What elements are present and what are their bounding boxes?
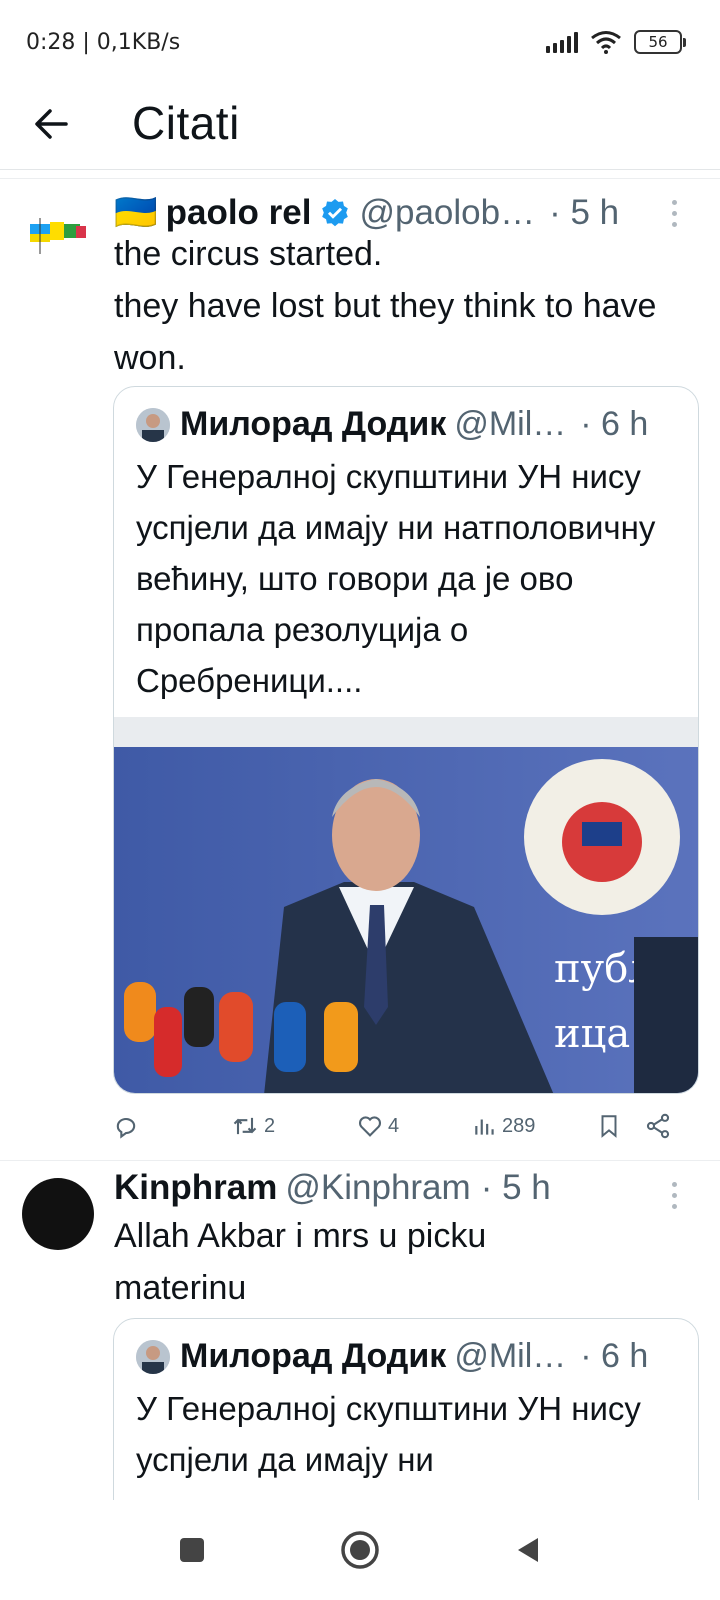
back-arrow-icon [35, 109, 68, 139]
like-icon [358, 1116, 382, 1137]
quote-avatar [136, 1339, 170, 1374]
tweet-header: Kinphram @Kinphram · 5 h [114, 1168, 551, 1208]
status-icons: 56 [534, 30, 686, 54]
more-icon[interactable] [672, 1182, 680, 1209]
status-time: 0:28 | 0,1KB/s [26, 30, 181, 55]
views-icon [475, 1119, 494, 1135]
nav-back-button[interactable] [506, 1528, 550, 1572]
share-icon [646, 1113, 670, 1139]
verified-icon [322, 198, 349, 226]
wifi-icon [591, 31, 621, 54]
tweet[interactable]: 🇺🇦 paolo rel @paolob… · 5 h the circus s… [0, 180, 720, 1160]
retweet-button[interactable]: 2 [230, 1112, 275, 1140]
reply-button[interactable] [112, 1112, 140, 1140]
reply-icon [116, 1117, 136, 1139]
tweet-text: the circus started. they have lost but t… [114, 235, 657, 377]
tweet-time: · 5 h [549, 192, 620, 232]
nav-home-icon [341, 1531, 379, 1569]
avatar[interactable] [22, 194, 94, 266]
quote-time: · 6 h [580, 405, 649, 443]
author-name[interactable]: paolo rel [166, 193, 312, 233]
quoted-tweet[interactable]: Милорад Додик @Mil… · 6 h У Генералној с… [113, 386, 699, 1094]
quote-time: · 6 h [580, 1337, 649, 1375]
battery-level: 56 [648, 33, 668, 51]
share-button[interactable] [644, 1112, 672, 1140]
tweet-header: 🇺🇦 paolo rel @paolob… · 5 h [114, 192, 619, 233]
bookmark-icon [601, 1115, 617, 1138]
quote-author-handle: @Mil… [454, 405, 567, 443]
views-button[interactable]: 289 [472, 1112, 535, 1140]
page-title: Citati [132, 97, 240, 149]
system-nav-bar [0, 1500, 720, 1600]
author-handle: @paolob… [359, 192, 536, 232]
more-icon[interactable] [672, 200, 680, 227]
quote-header: Милорад Додик @Mil… · 6 h [136, 1337, 648, 1376]
status-bar: 0:28 | 0,1KB/s 56 [0, 0, 720, 88]
flag-emoji: 🇺🇦 [114, 193, 158, 232]
like-button[interactable]: 4 [356, 1112, 399, 1140]
tweet-text: Allah Akbar i mrs u picku materinu [114, 1217, 487, 1307]
quote-header: Милорад Додик @Mil… · 6 h [136, 405, 648, 444]
svg-text:ица: ица [554, 1011, 630, 1057]
quote-image[interactable]: публик ица [114, 717, 698, 1093]
author-handle: @Kinphram [285, 1168, 471, 1207]
author-name[interactable]: Kinphram [114, 1168, 277, 1208]
retweet-icon [233, 1117, 257, 1135]
tweet-actions: 2 4 289 [112, 1112, 702, 1156]
tweet-time: · 5 h [480, 1168, 551, 1207]
header: Citati [0, 88, 720, 170]
retweet-count: 2 [264, 1114, 276, 1137]
quote-text: У Генералној скупштини УН нису успјели д… [136, 458, 656, 699]
bookmark-button[interactable] [596, 1112, 622, 1140]
divider [0, 1160, 720, 1161]
battery-icon: 56 [634, 30, 686, 54]
tweet[interactable]: Kinphram @Kinphram · 5 h Allah Akbar i m… [0, 1162, 720, 1538]
avatar[interactable] [22, 1178, 94, 1250]
nav-recents-button[interactable] [170, 1528, 214, 1572]
views-count: 289 [502, 1114, 536, 1137]
nav-home-button[interactable] [338, 1528, 382, 1572]
signal-icon [546, 31, 578, 53]
quote-avatar [136, 407, 170, 442]
like-count: 4 [388, 1114, 400, 1137]
quote-author-name: Милорад Додик [180, 405, 447, 443]
nav-back-icon [518, 1538, 538, 1562]
quote-author-handle: @Mil… [454, 1337, 567, 1375]
quote-author-name: Милорад Додик [180, 1337, 447, 1375]
quote-text: У Генералној скупштини УН нису успјели д… [136, 1390, 641, 1478]
back-button[interactable] [30, 102, 74, 146]
divider [0, 178, 720, 179]
nav-recents-icon [180, 1538, 204, 1562]
